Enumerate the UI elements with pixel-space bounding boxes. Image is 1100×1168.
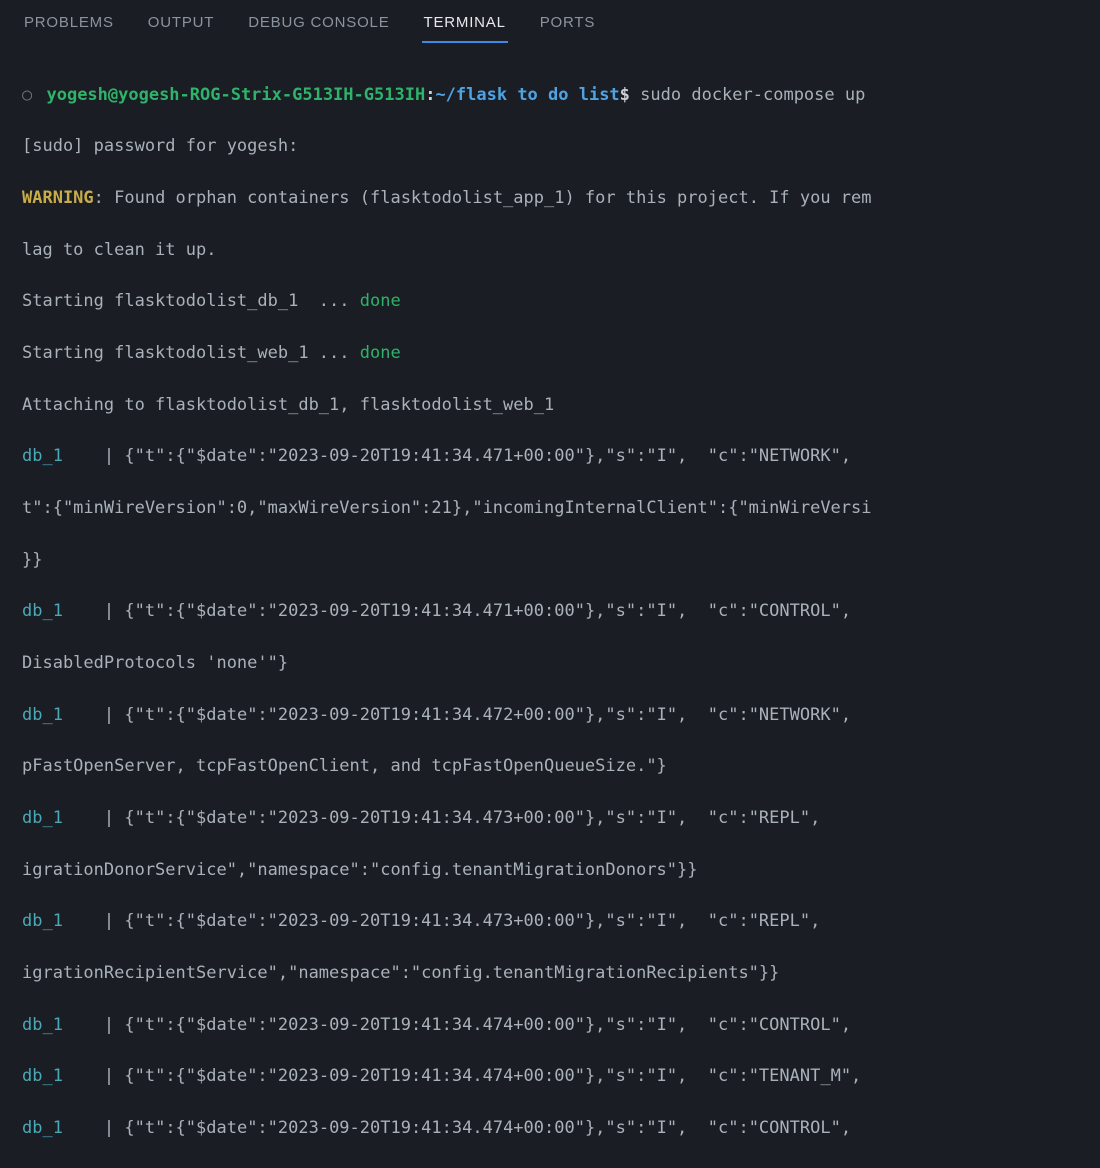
pipe: | <box>94 601 125 621</box>
prompt-command: sudo docker-compose up <box>640 85 865 105</box>
command-text <box>630 85 640 105</box>
warning-text-1: : Found orphan containers (flasktodolist… <box>94 188 872 208</box>
log-line-1c: }} <box>22 550 42 570</box>
log-line-2b: DisabledProtocols 'none'"} <box>22 653 288 673</box>
log-line-4a: {"t":{"$date":"2023-09-20T19:41:34.473+0… <box>124 808 871 828</box>
db-label: db_1 <box>22 1118 94 1138</box>
log-line-7: {"t":{"$date":"2023-09-20T19:41:34.474+0… <box>124 1066 871 1086</box>
pipe: | <box>94 1066 125 1086</box>
db-label: db_1 <box>22 911 94 931</box>
attaching-line: Attaching to flasktodolist_db_1, flaskto… <box>22 395 554 415</box>
done-label-db: done <box>360 291 401 311</box>
log-line-3a: {"t":{"$date":"2023-09-20T19:41:34.472+0… <box>124 705 871 725</box>
db-label: db_1 <box>22 705 94 725</box>
prompt-dollar: $ <box>620 85 630 105</box>
pipe: | <box>94 705 125 725</box>
starting-db: Starting flasktodolist_db_1 ... <box>22 291 360 311</box>
db-label: db_1 <box>22 601 94 621</box>
pipe: | <box>94 808 125 828</box>
terminal-output[interactable]: ○ yogesh@yogesh-ROG-Strix-G513IH-G513IH:… <box>0 43 1100 1168</box>
log-line-1b: t":{"minWireVersion":0,"maxWireVersion":… <box>22 498 872 518</box>
sudo-password-line: [sudo] password for yogesh: <box>22 136 298 156</box>
starting-web: Starting flasktodolist_web_1 ... <box>22 343 360 363</box>
log-line-3b: pFastOpenServer, tcpFastOpenClient, and … <box>22 756 667 776</box>
log-line-6: {"t":{"$date":"2023-09-20T19:41:34.474+0… <box>124 1015 871 1035</box>
tab-problems[interactable]: PROBLEMS <box>22 10 116 43</box>
log-line-1a: {"t":{"$date":"2023-09-20T19:41:34.471+0… <box>124 446 871 466</box>
pipe: | <box>94 446 125 466</box>
prompt-colon: : <box>425 85 435 105</box>
log-line-5a: {"t":{"$date":"2023-09-20T19:41:34.473+0… <box>124 911 871 931</box>
prompt-user-host: yogesh@yogesh-ROG-Strix-G513IH-G513IH <box>46 85 425 105</box>
warning-text-2: lag to clean it up. <box>22 240 216 260</box>
prompt-cwd: ~/flask to do list <box>435 85 619 105</box>
warning-label: WARNING <box>22 188 94 208</box>
pipe: | <box>94 1118 125 1138</box>
db-label: db_1 <box>22 808 94 828</box>
panel-tabs: PROBLEMS OUTPUT DEBUG CONSOLE TERMINAL P… <box>0 0 1100 43</box>
tab-ports[interactable]: PORTS <box>538 10 597 43</box>
tab-terminal[interactable]: TERMINAL <box>422 10 508 43</box>
tab-debug-console[interactable]: DEBUG CONSOLE <box>246 10 391 43</box>
done-label-web: done <box>360 343 401 363</box>
db-label: db_1 <box>22 1015 94 1035</box>
pipe: | <box>94 911 125 931</box>
db-label: db_1 <box>22 446 94 466</box>
prompt-bullet: ○ <box>22 85 42 105</box>
db-label: db_1 <box>22 1066 94 1086</box>
tab-output[interactable]: OUTPUT <box>146 10 216 43</box>
log-line-2a: {"t":{"$date":"2023-09-20T19:41:34.471+0… <box>124 601 871 621</box>
log-line-8: {"t":{"$date":"2023-09-20T19:41:34.474+0… <box>124 1118 871 1138</box>
pipe: | <box>94 1015 125 1035</box>
log-line-4b: igrationDonorService","namespace":"confi… <box>22 860 698 880</box>
log-line-5b: igrationRecipientService","namespace":"c… <box>22 963 779 983</box>
